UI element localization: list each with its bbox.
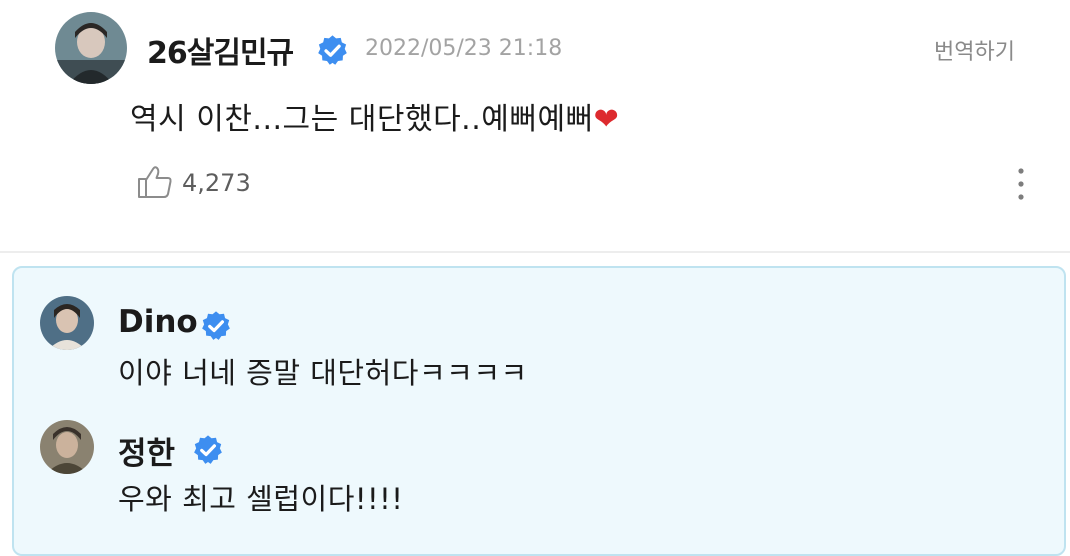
author-name[interactable]: 26살김민규 [147, 28, 294, 72]
post-message-text: 역시 이찬...그는 대단했다..예뻐예뻐 [130, 102, 594, 137]
reply-author-name[interactable]: Dino [118, 304, 198, 340]
author-avatar[interactable] [55, 12, 127, 84]
thumbs-up-icon[interactable] [137, 165, 173, 199]
reply-avatar[interactable] [40, 296, 94, 350]
like-count: 4,273 [182, 169, 251, 197]
heart-emoji: ❤ [593, 102, 620, 137]
reply-text: 이야 너네 증말 대단허다ㅋㅋㅋㅋ [118, 356, 528, 390]
replies-box: Dino 이야 너네 증말 대단허다ㅋㅋㅋㅋ 정한 우와 최고 셀럽이다!!!! [12, 266, 1066, 556]
translate-button[interactable]: 번역하기 [934, 34, 1015, 66]
post-message: 역시 이찬...그는 대단했다..예뻐예뻐❤ [130, 94, 619, 138]
verified-badge-icon [202, 311, 230, 340]
comment-post: 26살김민규 2022/05/23 21:18 번역하기 역시 이찬...그는 … [0, 0, 1070, 250]
reply-author-name[interactable]: 정한 [118, 428, 175, 473]
section-divider [0, 251, 1070, 253]
verified-badge-icon [318, 35, 347, 65]
reply-text: 우와 최고 셀럽이다!!!! [118, 482, 404, 516]
more-options-icon[interactable] [1012, 166, 1030, 202]
post-timestamp: 2022/05/23 21:18 [365, 36, 563, 61]
verified-badge-icon [194, 435, 222, 464]
reply-avatar[interactable] [40, 420, 94, 474]
